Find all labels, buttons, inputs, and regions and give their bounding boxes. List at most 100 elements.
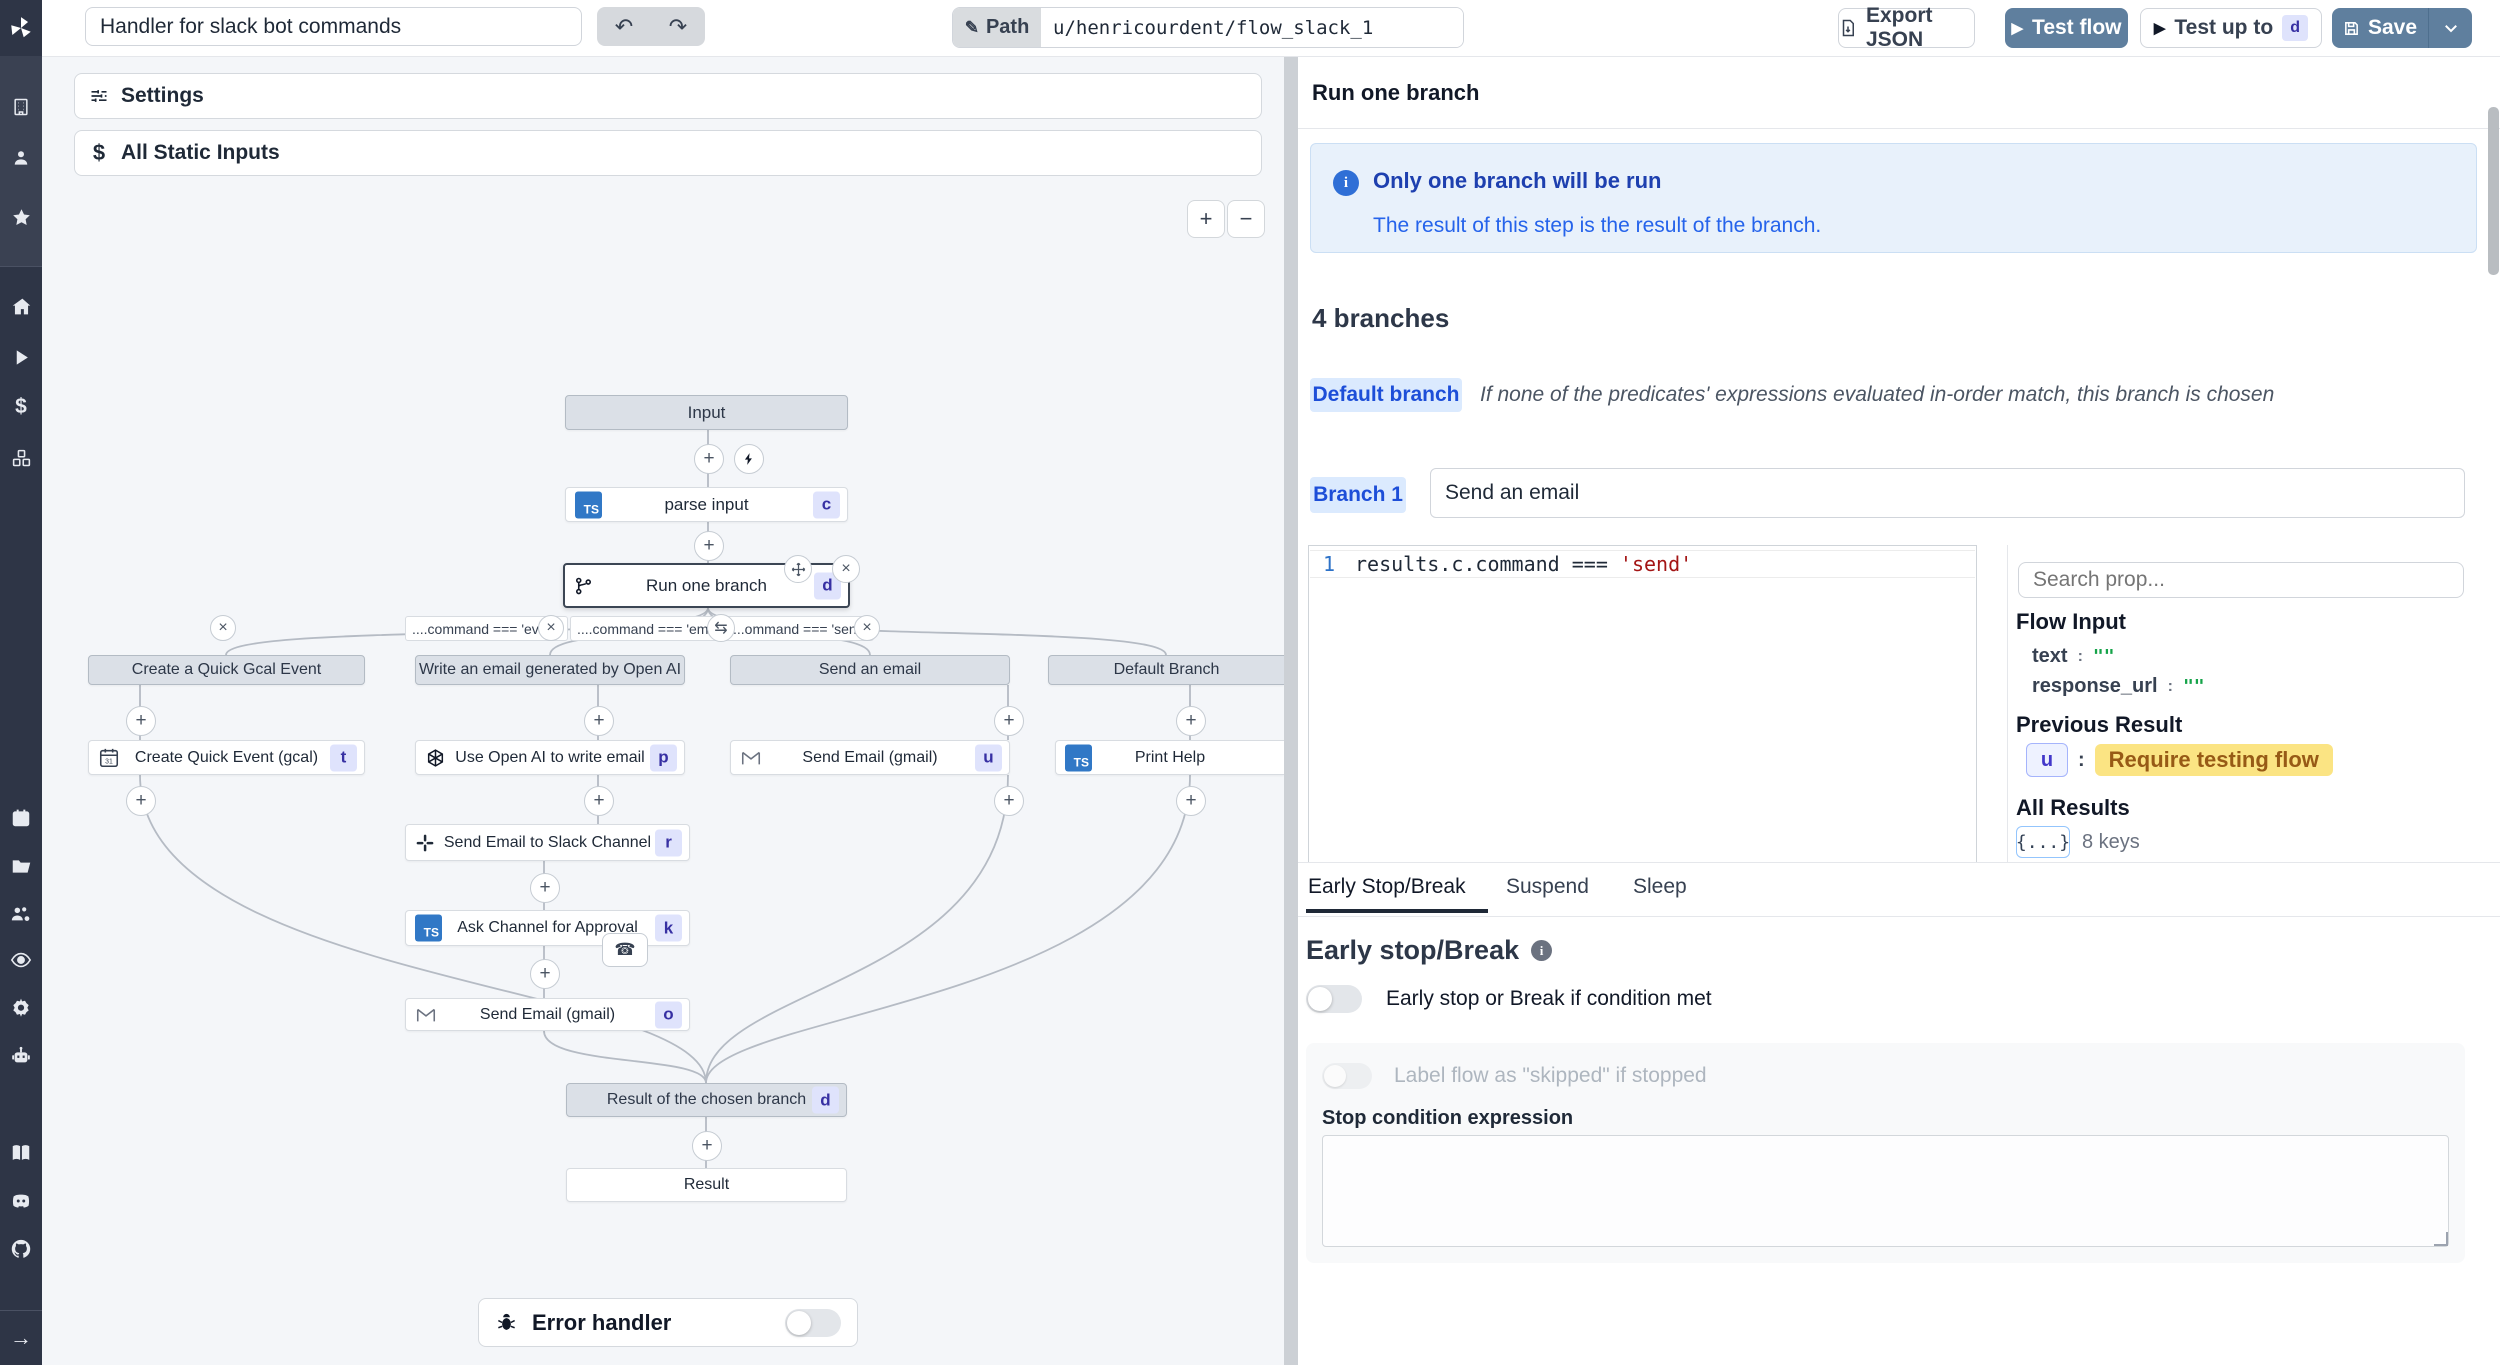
node-openai-step[interactable]: Use Open AI to write email p — [415, 740, 685, 775]
branch-header-label: Default Branch — [1114, 661, 1220, 679]
add-step-button[interactable]: + — [994, 786, 1024, 816]
panel-scrollbar-thumb[interactable] — [2488, 107, 2499, 275]
delete-branch-button[interactable]: × — [854, 615, 880, 641]
tab-early-stop-break[interactable]: Early Stop/Break — [1308, 875, 1466, 899]
sidebar-item-runs[interactable] — [0, 345, 42, 369]
undo-button[interactable]: ↶ — [597, 7, 651, 46]
step-id-badge: p — [650, 744, 677, 771]
info-title: Only one branch will be run — [1373, 168, 1661, 194]
node-gmail-step[interactable]: Send Email (gmail) u — [730, 740, 1010, 775]
sidebar-item-schedules[interactable] — [0, 806, 42, 830]
prop-row-response-url[interactable]: response_url:"" — [2032, 675, 2205, 698]
branch-predicate-label[interactable]: ...ommand === 'send' — [726, 616, 874, 641]
add-step-button[interactable]: + — [126, 706, 156, 736]
expand-sidebar-button[interactable]: → — [0, 1326, 42, 1350]
tab-sleep[interactable]: Sleep — [1633, 875, 1687, 899]
node-input[interactable]: Input — [565, 395, 848, 430]
add-step-button[interactable]: + — [694, 531, 724, 561]
move-step-button[interactable] — [784, 555, 812, 583]
delete-step-button[interactable]: × — [832, 555, 860, 583]
branch-header-send-email[interactable]: Send an email — [730, 655, 1010, 685]
delete-branch-button[interactable]: × — [210, 615, 236, 641]
sidebar-item-workers[interactable] — [0, 1044, 42, 1068]
sidebar-item-docs[interactable] — [0, 1141, 42, 1165]
early-stop-toggle[interactable] — [1306, 985, 1362, 1013]
sidebar-item-home[interactable] — [0, 294, 42, 318]
error-handler-toggle[interactable] — [785, 1309, 841, 1337]
test-up-to-button[interactable]: ▶ Test up to d — [2140, 8, 2322, 48]
sidebar-item-user[interactable] — [0, 146, 42, 170]
flow-canvas[interactable]: Settings $ All Static Inputs + − — [42, 56, 1284, 1365]
save-button-group: Save — [2332, 8, 2472, 48]
path-label: Path — [986, 16, 1029, 39]
predicate-code-editor[interactable]: 1 results.c.command === 'send' — [1308, 545, 1977, 869]
zoom-in-button[interactable]: + — [1187, 200, 1225, 238]
sidebar-item-folders[interactable] — [0, 854, 42, 878]
tab-suspend[interactable]: Suspend — [1506, 875, 1589, 899]
panel-splitter[interactable] — [1284, 56, 1298, 1365]
code-string: 'send' — [1620, 552, 1692, 576]
node-print-help-step[interactable]: TS Print Help — [1055, 740, 1284, 775]
branch-header-gcal[interactable]: Create a Quick Gcal Event — [88, 655, 365, 685]
branch-compare-icon[interactable]: ⇆ — [707, 614, 735, 642]
save-icon — [2343, 20, 2360, 37]
save-button[interactable]: Save — [2332, 8, 2429, 48]
add-step-button[interactable]: + — [530, 873, 560, 903]
save-more-button[interactable] — [2429, 8, 2472, 48]
sidebar-item-discord[interactable] — [0, 1189, 42, 1213]
trigger-bolt-button[interactable] — [734, 444, 764, 474]
add-step-button[interactable]: + — [1176, 786, 1206, 816]
branch-header-default[interactable]: Default Branch — [1048, 655, 1284, 685]
bug-icon — [495, 1311, 518, 1334]
node-result[interactable]: Result — [566, 1168, 847, 1202]
add-step-button[interactable]: + — [584, 706, 614, 736]
node-label: Use Open AI to write email — [455, 749, 644, 767]
flow-title-input[interactable] — [85, 7, 582, 46]
node-result-branch[interactable]: Result of the chosen branch d — [566, 1083, 847, 1117]
prev-step-badge[interactable]: u — [2026, 743, 2068, 777]
add-step-button[interactable]: + — [126, 786, 156, 816]
node-label: Print Help — [1135, 749, 1205, 767]
sidebar-item-resources[interactable] — [0, 446, 42, 470]
node-slack-step[interactable]: Send Email to Slack Channel r — [405, 824, 690, 861]
zoom-out-button[interactable]: − — [1227, 200, 1265, 238]
prop-row-text[interactable]: text:"" — [2032, 645, 2115, 668]
resize-handle[interactable] — [2434, 1232, 2448, 1246]
add-step-button[interactable]: + — [530, 959, 560, 989]
label-skipped-toggle[interactable] — [1322, 1063, 1372, 1089]
redo-button[interactable]: ↷ — [651, 7, 705, 46]
node-parse-input[interactable]: TS parse input c — [565, 487, 848, 522]
export-json-button[interactable]: Export JSON — [1838, 8, 1975, 48]
branch1-summary-input[interactable] — [1430, 468, 2465, 518]
node-gmail-step-2[interactable]: Send Email (gmail) o — [405, 998, 690, 1031]
path-input[interactable] — [1041, 8, 1463, 47]
error-handler-card[interactable]: Error handler — [478, 1298, 858, 1347]
windmill-logo[interactable] — [0, 0, 42, 56]
sidebar-item-settings[interactable] — [0, 996, 42, 1020]
search-prop-input[interactable] — [2018, 562, 2464, 598]
sidebar-item-workspace[interactable] — [0, 95, 42, 119]
typescript-icon: TS — [575, 491, 602, 518]
sidebar-item-variables[interactable]: $ — [0, 395, 42, 419]
active-tab-underline — [1306, 909, 1488, 913]
sidebar-item-groups[interactable] — [0, 902, 42, 926]
branch-header-openai[interactable]: Write an email generated by Open AI — [415, 655, 685, 685]
object-expand-badge[interactable]: {...} — [2016, 826, 2070, 858]
delete-branch-button[interactable]: × — [538, 615, 564, 641]
sidebar-item-audit-logs[interactable] — [0, 948, 42, 972]
test-flow-label: Test flow — [2032, 16, 2121, 40]
add-step-button[interactable]: + — [1176, 706, 1206, 736]
add-step-button[interactable]: + — [692, 1131, 722, 1161]
edit-path-button[interactable]: ✎ Path — [953, 8, 1041, 47]
branch1-chip: Branch 1 — [1310, 477, 1406, 513]
add-step-button[interactable]: + — [694, 444, 724, 474]
code-expr: results.c.command === — [1355, 552, 1620, 576]
stop-condition-textarea[interactable] — [1322, 1135, 2449, 1247]
test-flow-button[interactable]: ▶ Test flow — [2005, 8, 2128, 48]
node-gcal-step[interactable]: 31 Create Quick Event (gcal) t — [88, 740, 365, 775]
sidebar-item-github[interactable] — [0, 1237, 42, 1261]
sidebar-item-favorites[interactable] — [0, 205, 42, 229]
info-body: The result of this step is the result of… — [1373, 214, 1821, 238]
add-step-button[interactable]: + — [994, 706, 1024, 736]
add-step-button[interactable]: + — [584, 786, 614, 816]
